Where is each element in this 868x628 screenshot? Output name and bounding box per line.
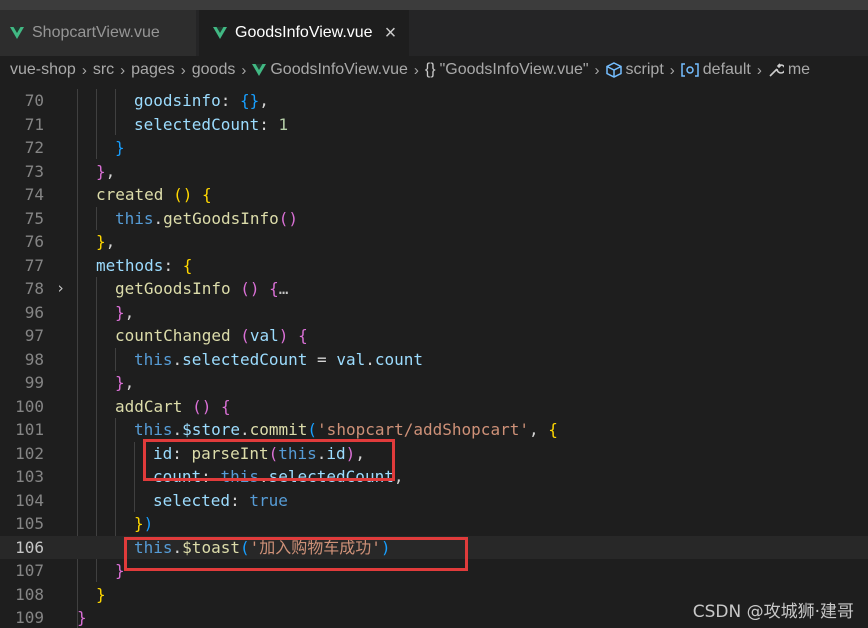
title-bar [0,0,868,10]
breadcrumb-item[interactable]: me [768,61,810,79]
tab-shopcartview[interactable]: ShopcartView.vue [0,10,196,56]
breadcrumb-item[interactable]: goods [192,61,236,79]
code-line: 71 selectedCount: 1 [24,114,289,134]
code-line: 103 count: this.selectedCount, [15,467,404,486]
tab-label: ShopcartView.vue [32,24,160,41]
vue-icon [252,63,267,76]
code-line: 78 › getGoodsInfo () {… [0,277,868,301]
watermark: CSDN @攻城狮·建哥 [692,602,854,622]
cube-icon [605,62,622,78]
code-line: 99 }, [24,373,135,392]
tab-goodsinfoview[interactable]: GoodsInfoView.vue × [199,10,409,56]
code-line: 97 countChanged (val) { [24,326,308,345]
code-line: 98 this.selectedCount = val.count [24,349,424,369]
breadcrumb-item[interactable]: vue-shop [10,61,76,79]
chevron-right-icon: › [413,61,419,79]
code-line: 76 }, [24,232,116,251]
code-line: 73 }, [24,161,116,181]
chevron-right-icon: › [120,61,126,79]
breadcrumb-item[interactable]: {} "GoodsInfoView.vue" [425,61,589,79]
tab-label: GoodsInfoView.vue [235,24,373,41]
symbol-icon [681,63,699,77]
code-line: 100 addCart () { [15,396,231,416]
code-editor[interactable]: 70 goodsinfo: {}, 71 selectedCount: 1 72… [0,89,868,628]
breadcrumb: vue-shop › src › pages › goods › GoodsIn… [0,56,868,84]
chevron-right-icon: › [81,61,87,79]
vue-file-icon [213,26,227,39]
code-line: 70 goodsinfo: {}, [24,91,269,110]
code-line: 74 created () { [24,185,212,204]
fold-chevron-icon[interactable]: › [56,277,65,301]
breadcrumb-item[interactable]: default [681,61,751,79]
vue-file-icon [10,26,24,39]
chevron-right-icon: › [594,61,600,79]
code-line: 104 selected: true [15,490,288,510]
chevron-right-icon: › [669,61,675,79]
code-line: 72 } [24,138,125,157]
breadcrumb-item[interactable]: script [605,61,664,79]
close-icon[interactable]: × [385,23,397,43]
breadcrumb-item[interactable]: GoodsInfoView.vue [252,61,408,79]
chevron-right-icon: › [756,61,762,79]
breadcrumb-item[interactable]: pages [131,61,175,79]
chevron-right-icon: › [241,61,247,79]
code-line: 101 this.$store.commit('shopcart/addShop… [15,420,558,439]
chevron-right-icon: › [180,61,186,79]
wrench-icon [769,63,784,77]
code-line: 75 this.getGoodsInfo() [24,208,299,228]
highlight-box-toast [124,537,468,571]
code-line: 102 id: parseInt(this.id), [15,443,365,463]
highlight-box-parseint [143,439,395,481]
breadcrumb-item[interactable]: src [93,61,114,79]
code-line: 77 methods: { [24,255,193,275]
tab-bar: ShopcartView.vue GoodsInfoView.vue × [0,10,868,56]
code-line: 105 }) [15,514,154,533]
braces-icon: {} [424,61,436,78]
code-line: 96 }, [24,302,135,322]
